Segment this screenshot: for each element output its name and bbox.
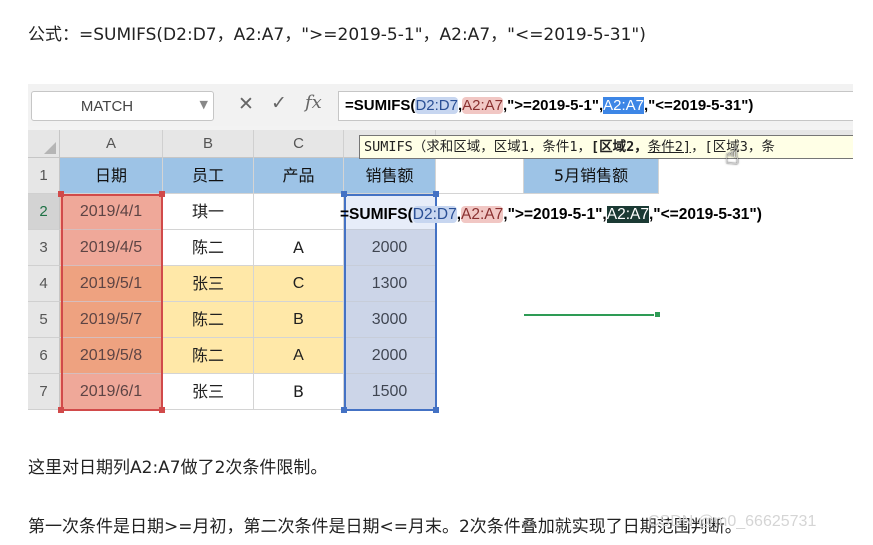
formula-arg-sum-range: D2:D7: [412, 206, 457, 223]
row-header-6[interactable]: 6: [28, 338, 60, 374]
range-handle[interactable]: [433, 191, 439, 197]
range-handle[interactable]: [58, 407, 64, 413]
header-cell-amount[interactable]: 销售额: [344, 158, 436, 194]
formula-bar: MATCH ▼ ✕ ✓ fx =SUMIFS(D2:D7,A2:A7,">=20…: [28, 84, 853, 126]
table-cell-product[interactable]: A: [254, 338, 344, 374]
hand-cursor-icon: ☝: [725, 142, 740, 170]
function-argument-tooltip: SUMIFS（求和区域，区域1，条件1，[区域2，条件2]，[区域3，条: [359, 135, 853, 159]
formula-arg-range2-selected: A2:A7: [606, 206, 649, 223]
table-cell-product[interactable]: B: [254, 374, 344, 410]
range-handle[interactable]: [433, 407, 439, 413]
description-line-2: 第一次条件是日期>=月初，第二次条件是日期<=月末。2次条件叠加就实现了日期范围…: [28, 517, 742, 537]
formula-criteria2: ,"<=2019-5-31"): [648, 206, 762, 223]
table-cell-product[interactable]: [254, 194, 344, 230]
formula-arg-range1: A2:A7: [461, 206, 504, 223]
header-cell-product[interactable]: 产品: [254, 158, 344, 194]
select-all-corner[interactable]: [28, 130, 60, 158]
cancel-icon[interactable]: ✕: [238, 93, 254, 115]
formula-function: =SUMIFS(: [345, 97, 416, 114]
check-icon[interactable]: ✓: [271, 92, 287, 114]
formula-criteria2: ,"<=2019-5-31"): [644, 97, 754, 114]
range-highlight-a2-a7: [61, 194, 163, 411]
table-cell-employee[interactable]: 陈二: [163, 230, 254, 266]
formula-caption: 公式：=SUMIFS(D2:D7，A2:A7，">=2019-5-1"，A2:A…: [28, 25, 646, 45]
fill-handle[interactable]: [654, 311, 661, 318]
spreadsheet-grid[interactable]: A B C D 1 2 3 4 5 6 7 日期 员工 产品 销售额 5月销售额…: [28, 130, 853, 418]
row-header-3[interactable]: 3: [28, 230, 60, 266]
table-cell-employee[interactable]: 张三: [163, 374, 254, 410]
table-cell-employee[interactable]: 陈二: [163, 338, 254, 374]
header-cell-may-sales[interactable]: 5月销售额: [524, 158, 659, 194]
column-header-a[interactable]: A: [60, 130, 163, 158]
table-cell-product[interactable]: A: [254, 230, 344, 266]
formula-arg-range2-selected: A2:A7: [603, 97, 645, 114]
range-handle[interactable]: [159, 407, 165, 413]
formula-input[interactable]: =SUMIFS(D2:D7,A2:A7,">=2019-5-1",A2:A7,"…: [338, 91, 853, 121]
row-header-7[interactable]: 7: [28, 374, 60, 410]
excel-window: MATCH ▼ ✕ ✓ fx =SUMIFS(D2:D7,A2:A7,">=20…: [28, 84, 853, 418]
cell-f1[interactable]: [436, 158, 524, 194]
column-header-b[interactable]: B: [163, 130, 254, 158]
formula-criteria1: ,">=2019-5-1",: [503, 97, 604, 114]
header-cell-date[interactable]: 日期: [60, 158, 163, 194]
range-handle[interactable]: [341, 407, 347, 413]
row-header-5[interactable]: 5: [28, 302, 60, 338]
table-cell-employee[interactable]: 琪一: [163, 194, 254, 230]
range-handle[interactable]: [58, 191, 64, 197]
column-header-c[interactable]: C: [254, 130, 344, 158]
range-handle[interactable]: [341, 191, 347, 197]
range-handle[interactable]: [159, 191, 165, 197]
formula-arg-range1: A2:A7: [462, 97, 504, 114]
in-cell-formula-editor[interactable]: =SUMIFS(D2:D7,A2:A7,">=2019-5-1",A2:A7,"…: [340, 202, 762, 228]
name-box-text: MATCH: [80, 98, 134, 115]
table-cell-product[interactable]: C: [254, 266, 344, 302]
row-header-1[interactable]: 1: [28, 158, 60, 194]
active-cell-border: [524, 314, 658, 316]
watermark: CSDN @m0_66625731: [648, 513, 817, 530]
dropdown-arrow-icon[interactable]: ▼: [200, 98, 208, 111]
row-header-2[interactable]: 2: [28, 194, 60, 230]
name-box[interactable]: MATCH ▼: [31, 91, 214, 121]
table-cell-employee[interactable]: 陈二: [163, 302, 254, 338]
formula-criteria1: ,">=2019-5-1",: [503, 206, 607, 223]
tooltip-current-arg: [区域2，: [591, 139, 648, 155]
formula-function: =SUMIFS(: [340, 206, 413, 223]
row-header-4[interactable]: 4: [28, 266, 60, 302]
header-cell-employee[interactable]: 员工: [163, 158, 254, 194]
table-cell-product[interactable]: B: [254, 302, 344, 338]
formula-arg-sum-range: D2:D7: [415, 97, 458, 114]
tooltip-head: SUMIFS（求和区域，区域1，条件1，: [364, 139, 592, 155]
tooltip-arg-link[interactable]: 条件2]: [648, 139, 691, 155]
table-cell-employee[interactable]: 张三: [163, 266, 254, 302]
description-line-1: 这里对日期列A2:A7做了2次条件限制。: [28, 458, 328, 478]
insert-function-icon[interactable]: fx: [305, 92, 322, 113]
